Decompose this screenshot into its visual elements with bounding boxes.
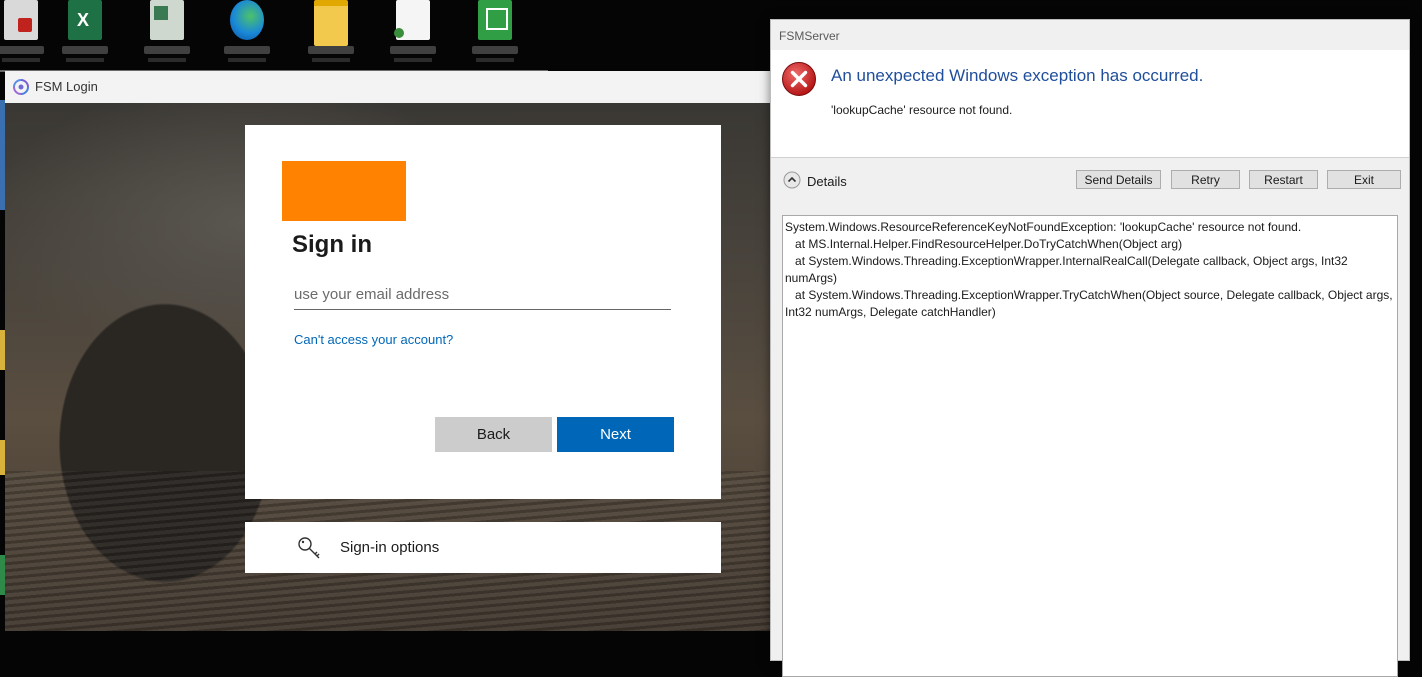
- fsm-app-icon: [13, 79, 29, 95]
- error-icon: [782, 62, 816, 96]
- signin-title: Sign in: [292, 231, 372, 258]
- excel-file-icon: [150, 0, 184, 40]
- next-button[interactable]: Next: [557, 417, 674, 452]
- back-button[interactable]: Back: [435, 417, 552, 452]
- desktop-icon-edge[interactable]: [222, 0, 272, 62]
- desktop-icon-folder[interactable]: [306, 0, 356, 62]
- folder-icon: [314, 0, 348, 46]
- email-input[interactable]: [294, 279, 671, 310]
- excel-icon: X: [68, 0, 102, 40]
- desktop-icon-calculator[interactable]: [470, 0, 520, 62]
- exit-button[interactable]: Exit: [1327, 170, 1401, 189]
- edge-icon: [230, 0, 264, 40]
- document-icon: [394, 0, 430, 40]
- fsmserver-error-dialog: FSMServer An unexpected Windows exceptio…: [770, 19, 1410, 677]
- exception-details-textbox[interactable]: System.Windows.ResourceReferenceKeyNotFo…: [782, 215, 1398, 677]
- acrobat-icon: [4, 0, 38, 40]
- retry-button[interactable]: Retry: [1171, 170, 1240, 189]
- desktop-icon-acrobat[interactable]: [0, 0, 46, 62]
- signin-options-label: Sign-in options: [340, 539, 440, 556]
- details-label: Details: [807, 174, 847, 189]
- signin-options-button[interactable]: Sign-in options: [245, 522, 721, 573]
- error-message: 'lookupCache' resource not found.: [831, 103, 1013, 117]
- details-panel: Details Send Details Retry Restart Exit …: [771, 158, 1409, 677]
- desktop-icon-document[interactable]: [388, 0, 438, 62]
- calculator-icon: [478, 0, 512, 40]
- chevron-up-icon: [783, 171, 801, 189]
- signin-card: Sign in Can't access your account? Back …: [245, 125, 721, 499]
- company-logo: [282, 161, 406, 221]
- login-titlebar[interactable]: FSM Login: [5, 71, 775, 104]
- cant-access-account-link[interactable]: Can't access your account?: [294, 332, 453, 347]
- error-dialog-titlebar[interactable]: FSMServer: [771, 20, 1409, 50]
- desktop-icon-excel-file[interactable]: [142, 0, 192, 62]
- send-details-button[interactable]: Send Details: [1076, 170, 1161, 189]
- key-icon: [298, 537, 320, 559]
- restart-button[interactable]: Restart: [1249, 170, 1318, 189]
- desktop-icon-excel[interactable]: X: [60, 0, 110, 62]
- login-window-title: FSM Login: [35, 79, 98, 94]
- exception-stack-trace: System.Windows.ResourceReferenceKeyNotFo…: [785, 220, 1393, 319]
- error-dialog-title: FSMServer: [779, 29, 840, 43]
- error-heading: An unexpected Windows exception has occu…: [831, 66, 1204, 85]
